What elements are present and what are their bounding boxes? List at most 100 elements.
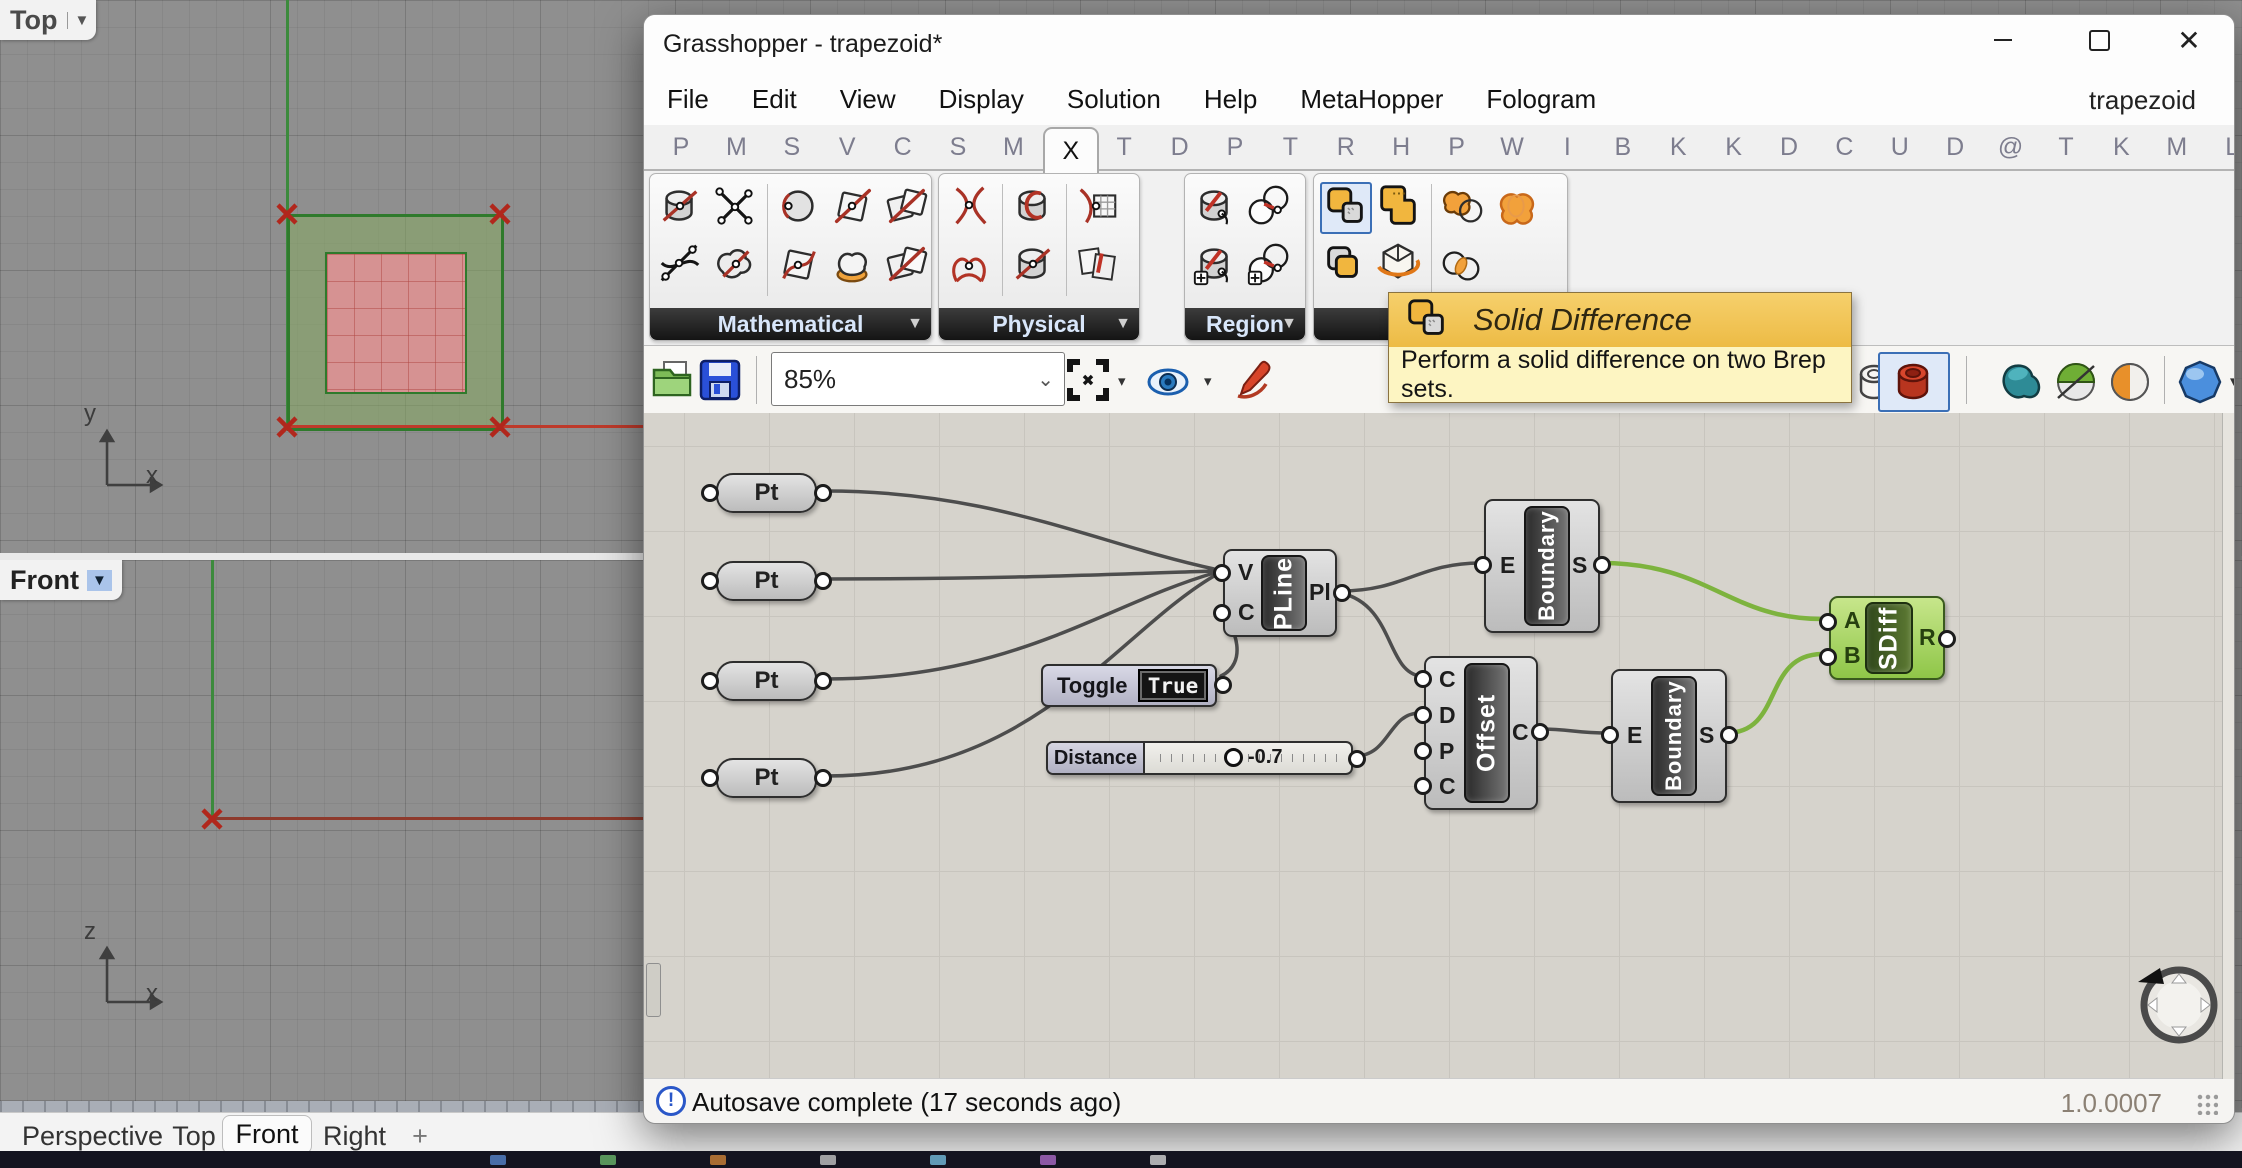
component-name-label: SDiff bbox=[1865, 602, 1913, 674]
param-output-nub[interactable] bbox=[814, 572, 832, 590]
taskbar-app-icon[interactable] bbox=[820, 1155, 836, 1165]
component-name-label: Boundary bbox=[1651, 676, 1697, 796]
port-label: S bbox=[1572, 552, 1587, 579]
viewport-tab-perspective[interactable]: Perspective bbox=[22, 1121, 157, 1152]
toggle-label: Toggle bbox=[1057, 673, 1127, 699]
param-input-nub[interactable] bbox=[701, 769, 719, 787]
point-marker bbox=[200, 807, 224, 831]
boundary-component[interactable]: E Boundary S bbox=[1611, 669, 1727, 803]
output-nub[interactable] bbox=[1938, 630, 1956, 648]
port-label: C bbox=[1439, 666, 1456, 693]
input-nub[interactable] bbox=[1474, 556, 1492, 574]
slider-value[interactable]: -0.7 bbox=[1248, 746, 1282, 769]
viewport-divider[interactable] bbox=[0, 553, 643, 560]
taskbar-app-icon[interactable] bbox=[490, 1155, 506, 1165]
input-nub[interactable] bbox=[1819, 648, 1837, 666]
desktop: y x Top ▼ z x Front ▼ PerspectiveTopFron… bbox=[0, 0, 2242, 1168]
port-label: B bbox=[1844, 642, 1861, 669]
windows-taskbar[interactable] bbox=[0, 1151, 2242, 1168]
slider-name-section: Distance bbox=[1048, 743, 1145, 773]
viewport-menu-arrow-icon[interactable]: ▼ bbox=[67, 12, 89, 29]
tooltip-title: Solid Difference bbox=[1473, 302, 1692, 338]
taskbar-app-icon[interactable] bbox=[1040, 1155, 1056, 1165]
point-param[interactable]: Pt bbox=[716, 473, 817, 513]
param-input-nub[interactable] bbox=[701, 484, 719, 502]
point-param[interactable]: Pt bbox=[716, 758, 817, 798]
cursor-arrow-icon bbox=[2138, 968, 2164, 984]
tooltip-description: Perform a solid difference on two Brep s… bbox=[1389, 347, 1851, 402]
input-nub[interactable] bbox=[1414, 670, 1432, 688]
taskbar-app-icon[interactable] bbox=[710, 1155, 726, 1165]
component-tooltip: Solid Difference Perform a solid differe… bbox=[1388, 292, 1852, 403]
viewport-tab-top[interactable]: Top bbox=[168, 1121, 220, 1152]
wire-pline-offset bbox=[1341, 593, 1420, 676]
param-output-nub[interactable] bbox=[814, 769, 832, 787]
port-label: V bbox=[1238, 559, 1253, 586]
canvas-vertical-scrollbar-thumb[interactable] bbox=[646, 963, 661, 1017]
solid-difference-icon bbox=[1403, 296, 1451, 344]
offset-component[interactable]: C D P C Offset C bbox=[1424, 656, 1538, 810]
param-output-nub[interactable] bbox=[814, 484, 832, 502]
inner-square-region bbox=[325, 252, 467, 394]
wires-layer bbox=[644, 15, 2234, 1123]
input-nub[interactable] bbox=[1213, 564, 1231, 582]
point-param[interactable]: Pt bbox=[716, 561, 817, 601]
axis-label-y: y bbox=[84, 400, 96, 428]
solid-difference-component[interactable]: A B SDiff R bbox=[1829, 596, 1945, 680]
taskbar-app-icon[interactable] bbox=[600, 1155, 616, 1165]
front-view-z-axis-line bbox=[211, 560, 214, 819]
viewport-title-front[interactable]: Front ▼ bbox=[0, 560, 122, 600]
output-nub[interactable] bbox=[1531, 723, 1549, 741]
input-nub[interactable] bbox=[1414, 777, 1432, 795]
input-nub[interactable] bbox=[1213, 604, 1231, 622]
port-label: C bbox=[1238, 599, 1255, 626]
output-nub[interactable] bbox=[1348, 750, 1366, 768]
canvas-compass-widget[interactable] bbox=[2134, 960, 2222, 1048]
component-name-label: Offset bbox=[1464, 663, 1510, 803]
param-input-nub[interactable] bbox=[701, 572, 719, 590]
point-marker bbox=[488, 202, 512, 226]
taskbar-app-icon[interactable] bbox=[930, 1155, 946, 1165]
port-label: C bbox=[1439, 773, 1456, 800]
toggle-value-box[interactable]: True bbox=[1138, 669, 1208, 702]
output-nub[interactable] bbox=[1593, 556, 1611, 574]
wire-pt2-pline bbox=[826, 571, 1214, 579]
polyline-component[interactable]: V C PLine Pl bbox=[1223, 549, 1337, 637]
port-label: E bbox=[1500, 552, 1515, 579]
boundary-component[interactable]: E Boundary S bbox=[1484, 499, 1600, 633]
input-nub[interactable] bbox=[1601, 726, 1619, 744]
input-nub[interactable] bbox=[1414, 706, 1432, 724]
ruler-strip bbox=[0, 1101, 644, 1112]
top-view-x-axis-line bbox=[287, 425, 643, 428]
cplane-axis-gizmo bbox=[95, 932, 187, 1012]
output-nub[interactable] bbox=[1333, 584, 1351, 602]
wire-pline-boundary1 bbox=[1341, 563, 1481, 591]
viewport-title-top[interactable]: Top ▼ bbox=[0, 0, 96, 40]
cplane-axis-gizmo bbox=[95, 415, 187, 495]
viewport-tab-front[interactable]: Front bbox=[222, 1115, 312, 1154]
slider-knob[interactable] bbox=[1224, 748, 1243, 767]
wire-boundary2-sdiff bbox=[1726, 654, 1822, 733]
new-viewport-tab-button[interactable]: + bbox=[405, 1121, 435, 1152]
canvas-right-scrollbar[interactable] bbox=[2222, 413, 2234, 1079]
port-label: S bbox=[1699, 722, 1714, 749]
point-param[interactable]: Pt bbox=[716, 661, 817, 701]
input-nub[interactable] bbox=[1414, 742, 1432, 760]
port-label: R bbox=[1919, 624, 1936, 651]
axis-label-x: x bbox=[146, 462, 158, 490]
param-input-nub[interactable] bbox=[701, 672, 719, 690]
axis-label-z: z bbox=[84, 918, 96, 946]
viewport-tab-right[interactable]: Right bbox=[323, 1121, 385, 1152]
port-label: Pl bbox=[1309, 579, 1331, 606]
wire-slider-offset bbox=[1355, 713, 1420, 756]
input-nub[interactable] bbox=[1819, 613, 1837, 631]
number-slider[interactable]: Distance -0.7 bbox=[1046, 741, 1353, 775]
component-name-label: Boundary bbox=[1524, 506, 1570, 626]
boolean-toggle[interactable]: Toggle True bbox=[1041, 664, 1217, 707]
output-nub[interactable] bbox=[1720, 726, 1738, 744]
output-nub[interactable] bbox=[1214, 676, 1232, 694]
wire-pt1-pline bbox=[826, 491, 1214, 569]
taskbar-app-icon[interactable] bbox=[1150, 1155, 1166, 1165]
param-output-nub[interactable] bbox=[814, 672, 832, 690]
viewport-menu-arrow-icon[interactable]: ▼ bbox=[87, 570, 112, 591]
